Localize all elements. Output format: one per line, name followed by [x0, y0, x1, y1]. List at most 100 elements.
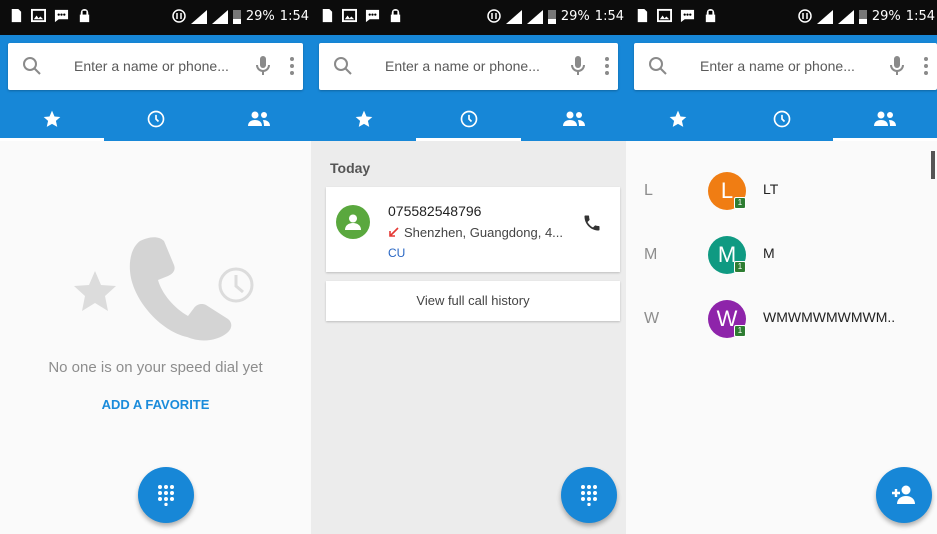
data-transfer-icon [487, 9, 501, 23]
lock-icon [79, 8, 90, 23]
sd-card-icon [11, 8, 22, 23]
tab-contacts[interactable] [207, 97, 311, 141]
battery-percent: 29% [245, 9, 275, 24]
lock-icon [705, 8, 716, 23]
signal-2-icon [211, 9, 228, 24]
sd-card-icon [637, 8, 648, 23]
star-icon [669, 110, 687, 127]
speed-dial-empty-text: No one is on your speed dial yet [48, 359, 263, 376]
recents-date-heading: Today [330, 160, 371, 176]
search-box[interactable]: Enter a name or phone... [634, 43, 937, 90]
battery-percent: 29% [871, 9, 901, 24]
tab-bar [0, 97, 311, 141]
search-box[interactable]: Enter a name or phone... [8, 43, 303, 90]
people-icon [248, 111, 271, 126]
tab-speed-dial[interactable] [0, 97, 104, 141]
tab-recents[interactable] [730, 97, 834, 141]
caller-avatar [336, 205, 370, 239]
tab-contacts[interactable] [521, 97, 626, 141]
dialpad-button[interactable] [561, 467, 617, 523]
search-input[interactable]: Enter a name or phone... [74, 58, 229, 74]
call-sim-label: CU [388, 246, 406, 260]
battery-icon [858, 10, 867, 24]
dialpad-button[interactable] [138, 467, 194, 523]
contacts-content: L L 1 LT M M 1 M W W 1 WMWMWMWMWM.. [626, 141, 937, 534]
sim-badge: 1 [734, 325, 746, 337]
battery-icon [547, 10, 556, 24]
clock: 1:54 [279, 9, 309, 24]
tab-bar [311, 97, 626, 141]
app-bar: Enter a name or phone... [626, 35, 937, 141]
data-transfer-icon [798, 9, 812, 23]
tab-speed-dial[interactable] [311, 97, 416, 141]
microphone-icon[interactable] [570, 55, 586, 77]
app-bar: Enter a name or phone... [0, 35, 311, 141]
image-icon [31, 8, 46, 23]
message-icon [680, 9, 695, 23]
person-icon [345, 214, 361, 230]
contact-row[interactable]: W W 1 WMWMWMWMWM.. [626, 292, 937, 352]
section-letter: M [644, 246, 658, 263]
microphone-icon[interactable] [255, 55, 271, 77]
search-box[interactable]: Enter a name or phone... [319, 43, 618, 90]
contact-row[interactable]: M M 1 M [626, 228, 937, 288]
sim-badge: 1 [734, 197, 746, 209]
clock: 1:54 [905, 9, 935, 24]
search-input[interactable]: Enter a name or phone... [700, 58, 855, 74]
message-icon [365, 9, 380, 23]
people-icon [874, 111, 897, 126]
tab-contacts[interactable] [833, 97, 937, 141]
tab-bar [626, 97, 937, 141]
clock-icon [773, 110, 790, 128]
people-icon [562, 111, 585, 126]
microphone-icon[interactable] [889, 55, 905, 77]
dialpad-icon [158, 485, 174, 506]
call-number: 075582548796 [388, 203, 482, 219]
call-location: Shenzhen, Guangdong, 4... [404, 225, 564, 240]
clock-icon [147, 110, 164, 128]
star-icon [43, 110, 61, 127]
view-call-history-button[interactable]: View full call history [326, 281, 620, 321]
speed-dial-empty-illustration [74, 237, 254, 341]
contacts-screen: 29% 1:54 Enter a name or phone... L L 1 … [626, 0, 937, 534]
more-options-icon[interactable] [604, 56, 610, 76]
clock: 1:54 [594, 9, 624, 24]
status-bar: 29% 1:54 [311, 0, 626, 35]
add-contact-button[interactable] [876, 467, 932, 523]
tab-recents[interactable] [104, 97, 208, 141]
message-icon [54, 9, 69, 23]
speed-dial-screen: 29% 1:54 Enter a name or phone... No one… [0, 0, 311, 534]
status-bar: 29% 1:54 [626, 0, 937, 35]
search-input[interactable]: Enter a name or phone... [385, 58, 540, 74]
missed-call-arrow-icon [389, 227, 399, 237]
signal-icon [816, 9, 833, 24]
signal-icon [190, 9, 207, 24]
view-call-history-label: View full call history [416, 293, 530, 308]
signal-icon [505, 9, 522, 24]
add-person-icon [892, 485, 915, 504]
signal-2-icon [526, 9, 543, 24]
app-bar: Enter a name or phone... [311, 35, 626, 141]
tab-speed-dial[interactable] [626, 97, 730, 141]
section-letter: L [644, 182, 653, 199]
search-icon[interactable] [648, 56, 668, 76]
signal-2-icon [837, 9, 854, 24]
dialpad-icon [581, 485, 597, 506]
call-log-item[interactable]: 075582548796 Shenzhen, Guangdong, 4... C… [326, 187, 620, 272]
contact-name: WMWMWMWMWM.. [763, 309, 896, 325]
recents-screen: 29% 1:54 Enter a name or phone... Today [311, 0, 626, 534]
more-options-icon[interactable] [289, 56, 295, 76]
image-icon [342, 8, 357, 23]
more-options-icon[interactable] [923, 56, 929, 76]
add-favorite-button[interactable]: ADD A FAVORITE [0, 397, 311, 412]
recents-content: Today 075582548796 Shenzhen, Guangdong, … [311, 141, 626, 534]
contact-row[interactable]: L L 1 LT [626, 164, 937, 224]
section-letter: W [644, 310, 660, 327]
search-icon[interactable] [22, 56, 42, 76]
phone-call-icon[interactable] [582, 213, 602, 233]
sd-card-icon [322, 8, 333, 23]
battery-percent: 29% [560, 9, 590, 24]
tab-recents[interactable] [416, 97, 521, 141]
image-icon [657, 8, 672, 23]
search-icon[interactable] [333, 56, 353, 76]
